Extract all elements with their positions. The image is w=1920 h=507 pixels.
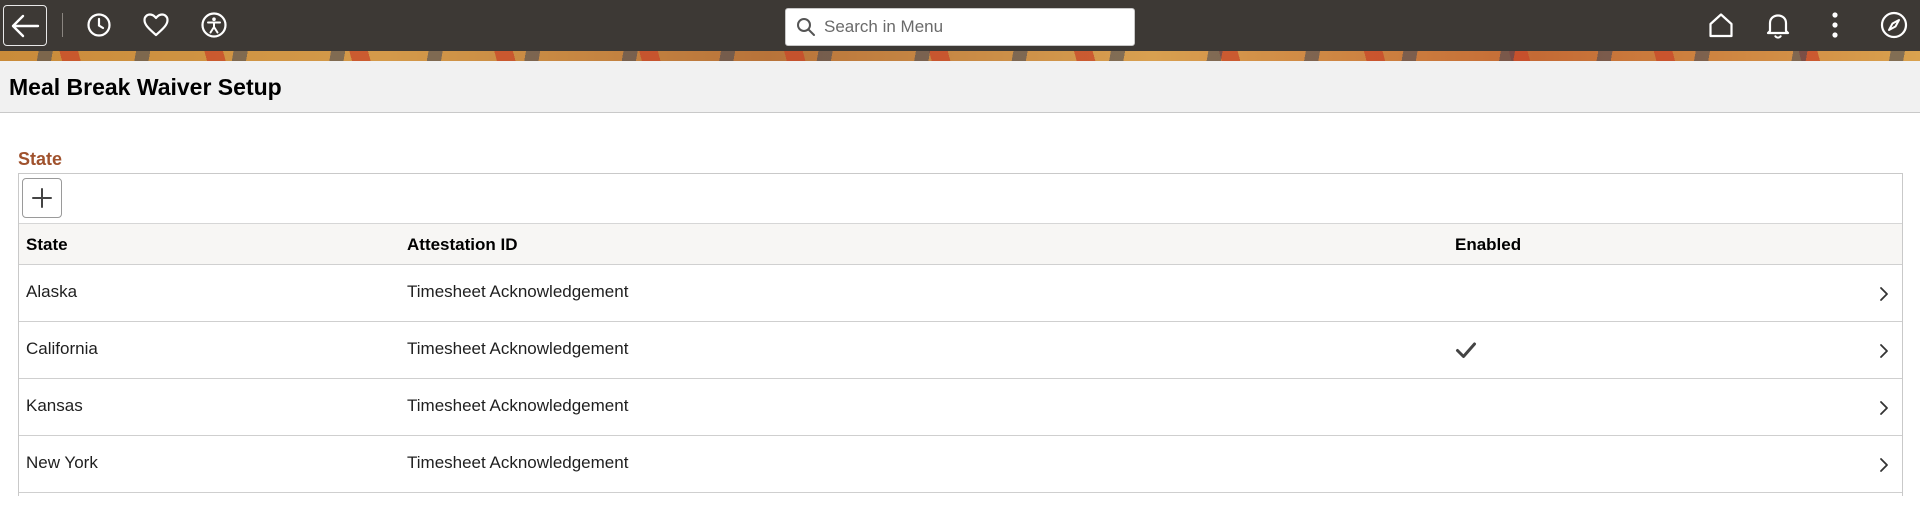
table-row[interactable]: New York Timesheet Acknowledgement [19,436,1902,493]
accessibility-button[interactable] [194,4,234,46]
attestation-id-cell: Timesheet Acknowledgement [407,396,629,415]
table-row[interactable]: Kansas Timesheet Acknowledgement [19,379,1902,436]
attestation-id-cell: Timesheet Acknowledgement [407,339,629,358]
decorative-banner [0,51,1920,61]
search-input[interactable] [822,16,1126,38]
clock-icon [87,13,111,37]
back-arrow-icon [11,14,40,37]
notifications-button[interactable] [1758,4,1798,46]
chevron-right-icon [1880,287,1888,301]
table-row[interactable]: California Timesheet Acknowledgement [19,322,1902,379]
grid-section-label: State [18,149,63,169]
home-icon [1709,13,1733,38]
state-cell: New York [26,453,98,472]
search-box[interactable] [785,8,1135,46]
column-header-attestation-id[interactable]: Attestation ID [407,235,518,255]
back-button[interactable] [3,5,47,46]
plus-icon [32,188,52,208]
compass-icon [1880,11,1908,39]
chevron-right-icon [1880,344,1888,358]
page-title-bar: Meal Break Waiver Setup [0,61,1920,113]
toolbar-divider [62,13,63,37]
state-cell: Kansas [26,396,83,415]
navigator-button[interactable] [1874,4,1914,46]
heart-icon [143,13,169,37]
table-row[interactable]: Alaska Timesheet Acknowledgement [19,265,1902,322]
home-button[interactable] [1701,4,1741,46]
bell-icon [1766,14,1790,39]
kebab-menu-icon [1832,12,1838,38]
actions-menu-button[interactable] [1815,4,1855,46]
checkmark-icon [1456,342,1476,358]
state-cell: California [26,339,98,358]
search-icon [796,17,816,37]
state-cell: Alaska [26,282,78,301]
chevron-right-icon [1880,401,1888,415]
recent-places-button[interactable] [79,4,119,46]
column-header-enabled[interactable]: Enabled [1455,235,1521,255]
attestation-id-cell: Timesheet Acknowledgement [407,282,629,301]
attestation-id-cell: Timesheet Acknowledgement [407,453,629,472]
state-grid: State Attestation ID Enabled Alaska Time… [18,173,1903,496]
chevron-right-icon [1880,458,1888,472]
favorites-button[interactable] [136,4,176,46]
add-row-button[interactable] [22,178,62,218]
grid-header-row: State Attestation ID Enabled [19,223,1902,265]
accessibility-icon [201,12,227,38]
page-title: Meal Break Waiver Setup [9,74,282,100]
column-header-state[interactable]: State [26,235,68,255]
top-navigation-bar [0,0,1920,61]
